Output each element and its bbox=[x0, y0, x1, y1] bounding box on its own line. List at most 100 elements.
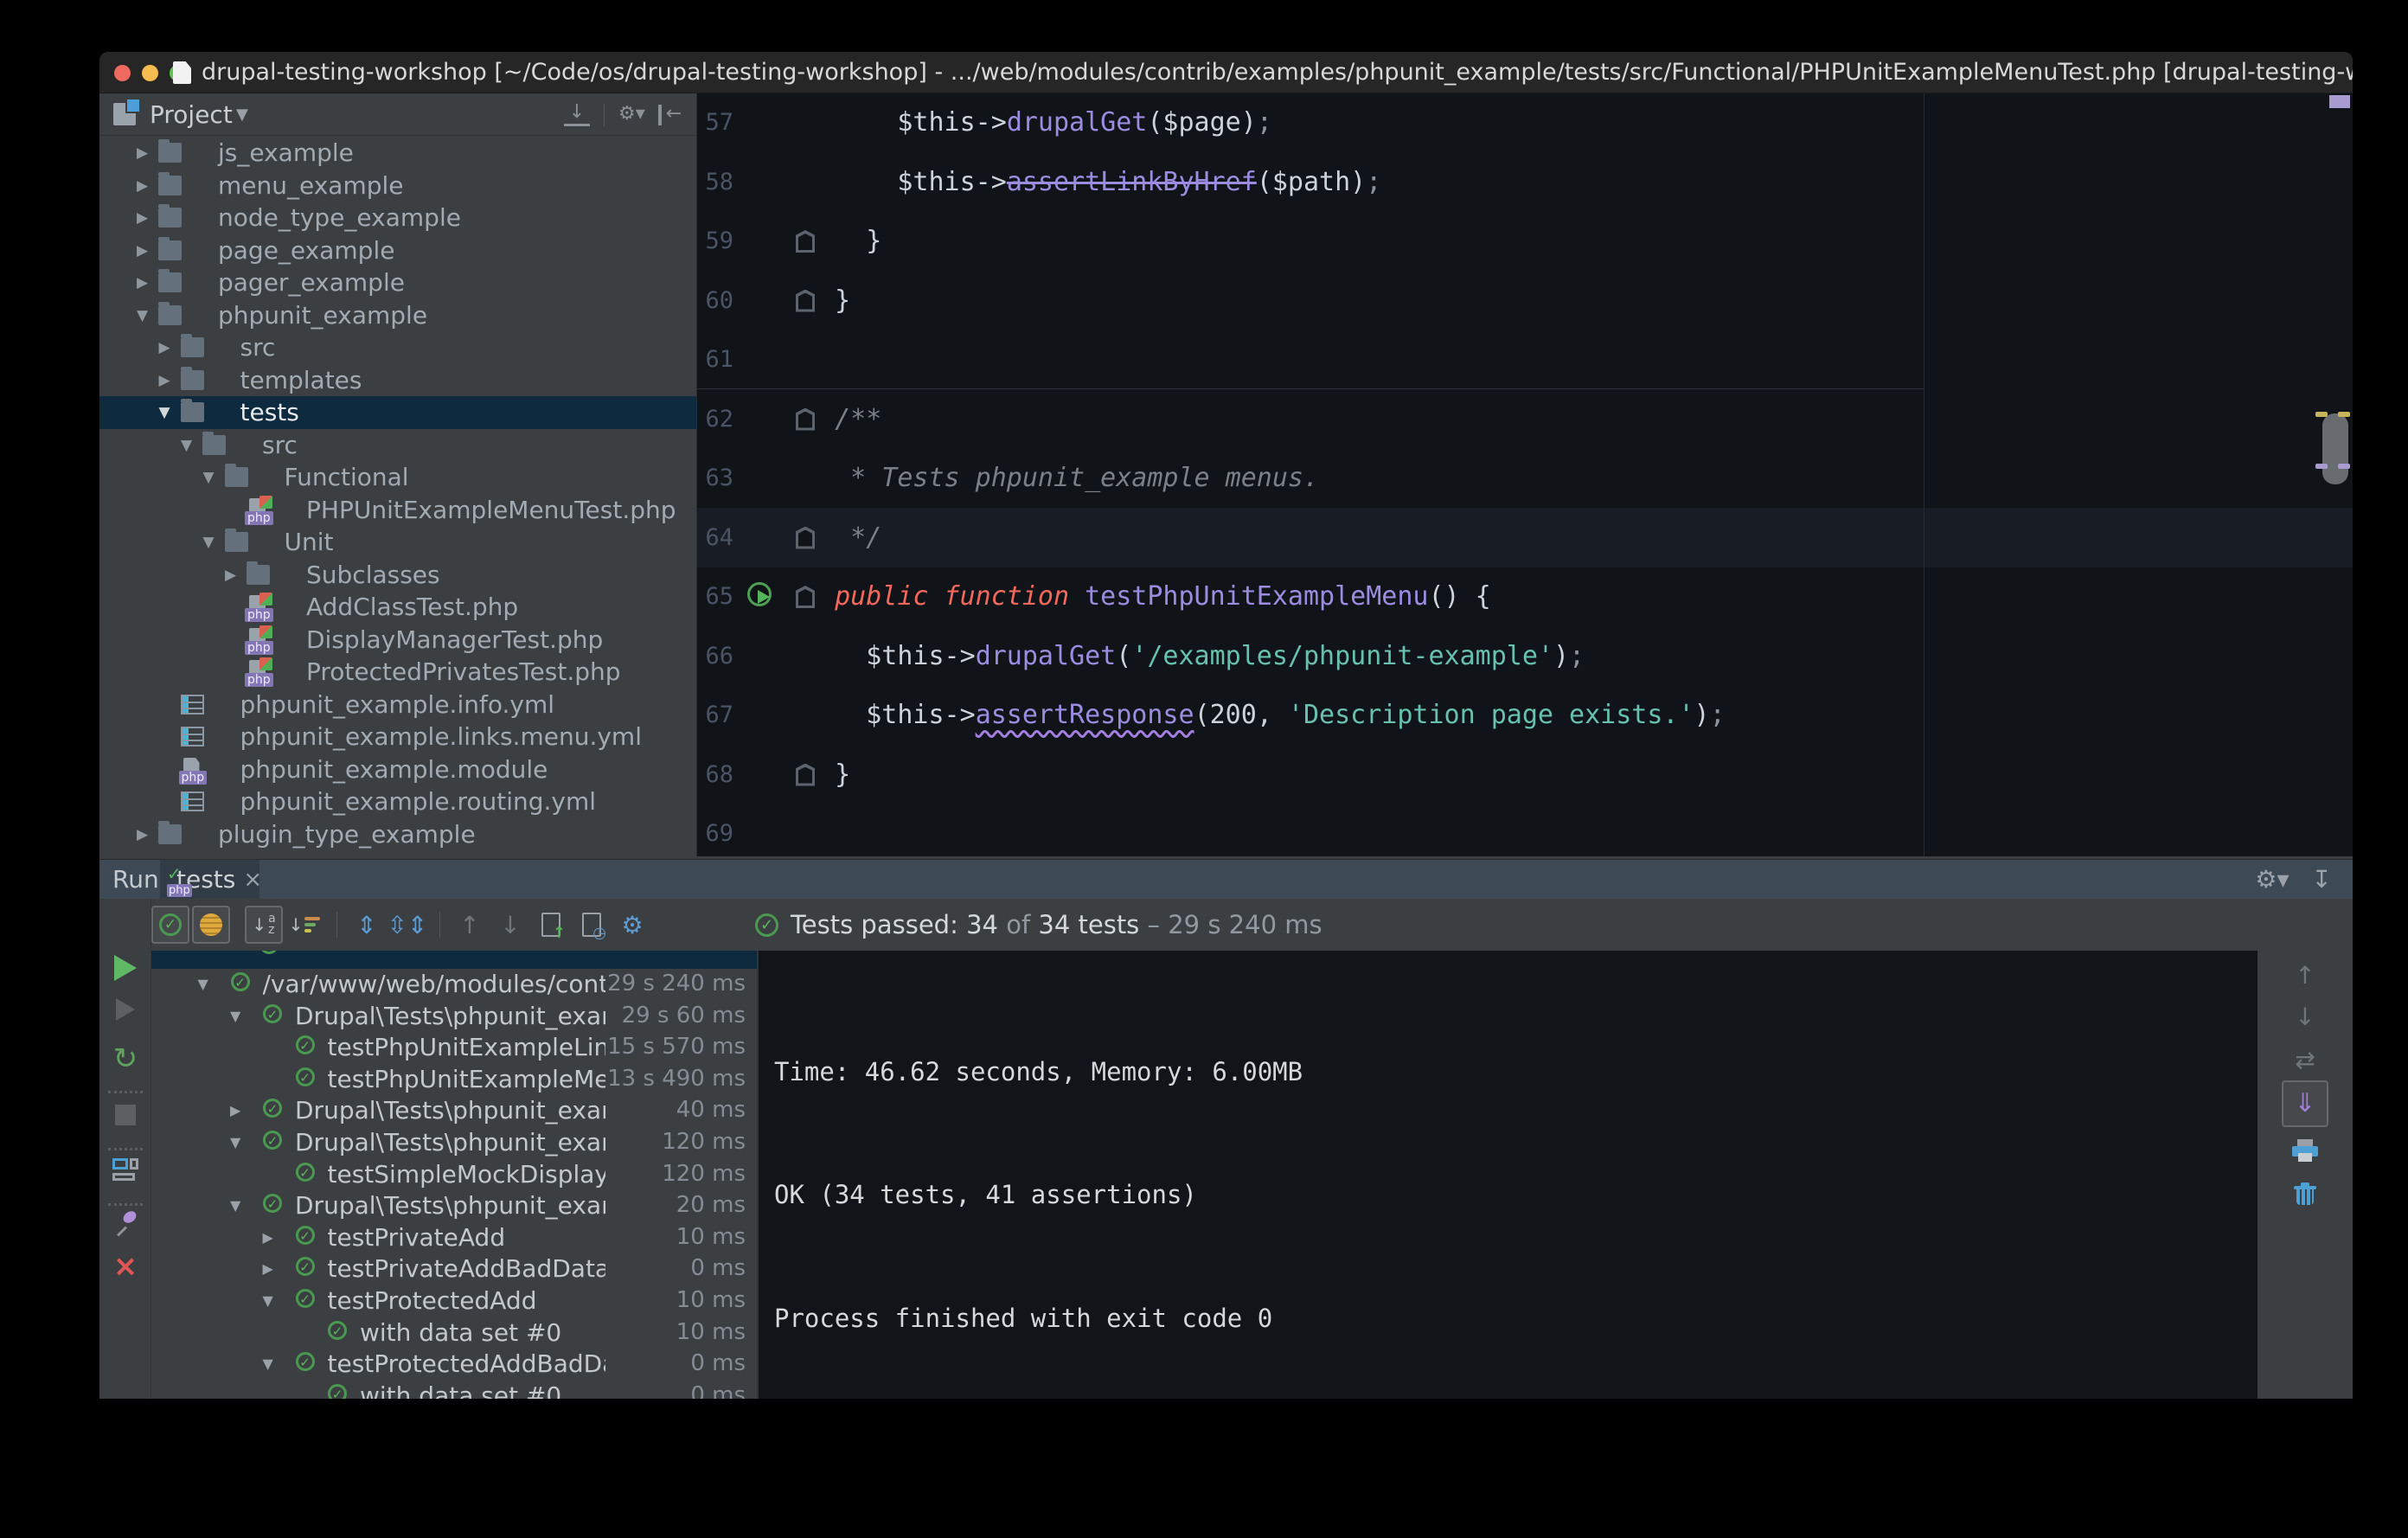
editor-scrollbar[interactable] bbox=[2322, 413, 2348, 484]
previous-occurrence-button[interactable]: ↑ bbox=[451, 906, 489, 944]
editor-line[interactable]: 62 /** bbox=[697, 390, 2353, 450]
show-passed-toggle[interactable]: ✓ bbox=[151, 906, 189, 944]
test-tree-item[interactable]: ▼ ✓ Drupal\Tests\phpunit_example\Fu 29 s… bbox=[151, 1000, 757, 1032]
chevron-icon[interactable] bbox=[225, 591, 246, 624]
project-panel-title[interactable]: Project bbox=[150, 93, 233, 136]
test-tree-item[interactable]: ✓ with data set #0 10 ms bbox=[151, 1317, 757, 1349]
project-tree-item[interactable]: ▼ php tests bbox=[99, 396, 696, 429]
test-tree-item[interactable]: ▶ ✓ Drupal\Tests\phpunit_example\Unit\A … bbox=[151, 1094, 757, 1126]
chevron-icon[interactable]: ▼ bbox=[263, 1285, 273, 1317]
scroll-down-button[interactable]: ↓ bbox=[2258, 1003, 2353, 1031]
project-tree-item[interactable]: php ProtectedPrivatesTest.php bbox=[99, 656, 696, 689]
test-tree-item[interactable]: ✓ with data set #0 0 ms bbox=[151, 1380, 757, 1399]
project-tree-item[interactable]: ▼ php Unit bbox=[99, 526, 696, 559]
editor-line[interactable]: 60 } bbox=[697, 272, 2353, 331]
test-tree-item[interactable]: ✓ testPhpUnitExampleMenu 13 s 490 ms bbox=[151, 1063, 757, 1095]
code-text[interactable]: $this->assertResponse(200, 'Description … bbox=[804, 686, 1725, 746]
scroll-up-button[interactable]: ↑ bbox=[2258, 961, 2353, 990]
project-tree-item[interactable]: php phpunit_example.module bbox=[99, 753, 696, 786]
chevron-icon[interactable]: ▶ bbox=[137, 137, 157, 170]
line-number[interactable]: 63 bbox=[697, 449, 733, 509]
project-tree-item[interactable]: ▼ php Functional bbox=[99, 461, 696, 494]
test-tree-item[interactable]: ▼ ✓ Drupal\Tests\phpunit_example\Unit\P … bbox=[151, 1189, 757, 1221]
run-test-gutter-icon[interactable] bbox=[747, 582, 772, 606]
show-ignored-toggle[interactable] bbox=[192, 906, 230, 944]
editor-line[interactable]: 64 */ bbox=[697, 509, 2353, 568]
chevron-icon[interactable]: ▶ bbox=[159, 331, 180, 364]
project-tree-item[interactable]: ▼ php phpunit_example bbox=[99, 299, 696, 332]
test-tree-item[interactable]: ✓ testSimpleMockDisplayManager 120 ms bbox=[151, 1158, 757, 1190]
next-occurrence-button[interactable]: ↓ bbox=[491, 906, 529, 944]
editor-line[interactable]: 61 bbox=[697, 330, 2353, 390]
line-number[interactable]: 60 bbox=[697, 272, 733, 331]
line-number[interactable]: 64 bbox=[697, 509, 733, 568]
project-tree-item[interactable]: php AddClassTest.php bbox=[99, 591, 696, 624]
run-tab-tests[interactable]: ✓ php tests × bbox=[160, 860, 262, 899]
editor-line[interactable]: 59 } bbox=[697, 212, 2353, 272]
pin-tab-button[interactable] bbox=[99, 1212, 151, 1238]
chevron-icon[interactable]: ▶ bbox=[225, 559, 246, 592]
rerun-tests-button[interactable] bbox=[99, 955, 151, 984]
code-text[interactable]: */ bbox=[804, 509, 881, 568]
project-options-gear-icon[interactable]: ⚙▾ bbox=[618, 102, 645, 128]
project-tree-item[interactable]: php DisplayManagerTest.php bbox=[99, 624, 696, 657]
editor-line[interactable]: 57 $this->drupalGet($page); bbox=[697, 93, 2353, 153]
chevron-icon[interactable]: ▼ bbox=[230, 1189, 240, 1221]
run-settings-gear-icon[interactable]: ⚙▾ bbox=[2255, 865, 2289, 894]
editor-line[interactable]: 69 bbox=[697, 804, 2353, 856]
chevron-icon[interactable]: ▼ bbox=[230, 1000, 240, 1032]
code-text[interactable]: public function testPhpUnitExampleMenu()… bbox=[804, 567, 1491, 627]
chevron-icon[interactable] bbox=[225, 656, 246, 689]
project-tree-item[interactable]: ▶ php Subclasses bbox=[99, 559, 696, 592]
project-view-dropdown-icon[interactable]: ▼ bbox=[236, 93, 248, 136]
chevron-icon[interactable]: ▶ bbox=[137, 266, 157, 299]
project-tree-item[interactable]: ▶ php src bbox=[99, 331, 696, 364]
test-tree-item[interactable]: ▶ ✓ testPrivateAddBadData 0 ms bbox=[151, 1253, 757, 1285]
project-tree-item[interactable]: ▶ php menu_example bbox=[99, 170, 696, 202]
test-tree-item[interactable]: ▼ ✓ testProtectedAddBadData 0 ms bbox=[151, 1348, 757, 1380]
project-tree-item[interactable]: php phpunit_example.links.menu.yml bbox=[99, 721, 696, 753]
chevron-icon[interactable]: ▶ bbox=[159, 364, 180, 397]
test-tree-item[interactable]: ▶ ✓ testPrivateAdd 10 ms bbox=[151, 1221, 757, 1253]
toggle-auto-test-button[interactable]: ↻ bbox=[99, 1041, 151, 1076]
chevron-icon[interactable]: ▼ bbox=[137, 299, 157, 332]
warning-stripe-mark[interactable] bbox=[2315, 412, 2328, 417]
hide-run-panel-button[interactable]: ↧ bbox=[2312, 865, 2332, 894]
test-history-button[interactable]: ◷ bbox=[573, 906, 611, 944]
chevron-icon[interactable]: ▼ bbox=[181, 429, 202, 462]
test-tree-item[interactable]: ▼ ✓ Drupal\Tests\phpunit_example\Unit\D … bbox=[151, 1126, 757, 1158]
project-tree-item[interactable]: php phpunit_example.info.yml bbox=[99, 689, 696, 721]
project-tree-item[interactable]: ▶ php plugin_type_example bbox=[99, 818, 696, 851]
line-number[interactable]: 69 bbox=[697, 804, 733, 856]
collapse-all-button[interactable]: ⇳︎⇕ bbox=[387, 906, 428, 944]
warning-stripe-mark[interactable] bbox=[2338, 412, 2350, 417]
editor-line[interactable]: 58 $this->assertLinkByHref($path); bbox=[697, 153, 2353, 213]
code-text[interactable]: $this->drupalGet('/examples/phpunit-exam… bbox=[804, 627, 1585, 687]
project-tree-item[interactable]: ▶ php templates bbox=[99, 364, 696, 397]
select-opened-file-button[interactable]: ↓ bbox=[564, 102, 590, 126]
test-tree-root-row-partial[interactable]: ✓ bbox=[151, 951, 757, 969]
title-bar[interactable]: drupal-testing-workshop [~/Code/os/drupa… bbox=[99, 52, 2353, 93]
stop-button[interactable] bbox=[99, 1105, 151, 1129]
hide-project-panel-button[interactable]: ← bbox=[658, 104, 684, 125]
sort-alphabetically-toggle[interactable]: ↓ a z bbox=[245, 906, 283, 944]
rerun-failed-tests-button[interactable]: ! bbox=[99, 996, 167, 1024]
code-editor[interactable]: 57 $this->drupalGet($page); 58 $this->as… bbox=[696, 93, 2353, 856]
soft-wrap-button[interactable]: ⇄ bbox=[2258, 1046, 2353, 1074]
editor-line[interactable]: 67 $this->assertResponse(200, 'Descripti… bbox=[697, 686, 2353, 746]
print-button[interactable] bbox=[2258, 1139, 2353, 1165]
code-text[interactable]: $this->drupalGet($page); bbox=[804, 93, 1272, 153]
chevron-icon[interactable]: ▶ bbox=[137, 234, 157, 267]
line-number[interactable]: 67 bbox=[697, 686, 733, 746]
chevron-icon[interactable] bbox=[159, 753, 180, 786]
editor-line[interactable]: 66 $this->drupalGet('/examples/phpunit-e… bbox=[697, 627, 2353, 687]
chevron-icon[interactable]: ▼ bbox=[203, 461, 224, 494]
project-tree-item[interactable]: ▶ php page_example bbox=[99, 234, 696, 267]
clear-console-button[interactable] bbox=[2258, 1182, 2353, 1210]
import-test-results-button[interactable]: ↑ bbox=[532, 906, 570, 944]
editor-line[interactable]: 65 public function testPhpUnitExampleMen… bbox=[697, 567, 2353, 627]
chevron-icon[interactable]: ▶ bbox=[137, 202, 157, 234]
line-number[interactable]: 68 bbox=[697, 746, 733, 805]
layout-settings-button[interactable] bbox=[99, 1158, 151, 1184]
code-text[interactable]: $this->assertLinkByHref($path); bbox=[804, 153, 1381, 213]
